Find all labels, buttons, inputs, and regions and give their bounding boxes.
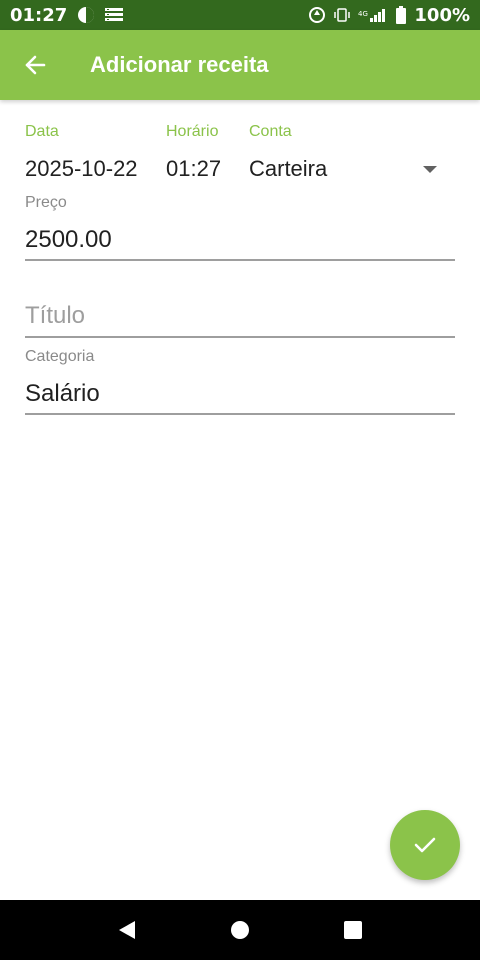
title-input[interactable]: Título <box>25 302 85 330</box>
data-saver-icon <box>77 6 95 24</box>
title-underline <box>25 336 455 338</box>
system-nav-bar <box>0 900 480 960</box>
vibrate-icon <box>334 7 351 23</box>
price-label: Preço <box>25 194 67 211</box>
battery-icon <box>396 6 407 24</box>
app-bar: Adicionar receita <box>0 30 480 100</box>
nav-recents-button[interactable] <box>333 910 373 950</box>
notification-list-icon <box>105 8 124 22</box>
date-value[interactable]: 2025-10-22 <box>25 156 138 182</box>
category-label: Categoria <box>25 348 95 365</box>
confirm-button[interactable] <box>390 810 460 880</box>
battery-percentage: 100% <box>414 4 470 26</box>
triangle-down-icon[interactable] <box>423 166 437 173</box>
time-value[interactable]: 01:27 <box>166 156 221 182</box>
circle-home-icon <box>230 920 250 940</box>
account-label: Conta <box>249 123 292 140</box>
time-label: Horário <box>166 123 219 140</box>
nav-home-button[interactable] <box>220 910 260 950</box>
network-type-label: 4G <box>358 10 368 18</box>
price-input[interactable]: 2500.00 <box>25 226 112 254</box>
price-underline <box>25 259 455 261</box>
account-value[interactable]: Carteira <box>249 156 327 182</box>
check-icon <box>412 832 438 858</box>
category-underline <box>25 413 455 415</box>
page-title: Adicionar receita <box>90 52 269 77</box>
arrow-left-icon <box>24 54 46 76</box>
back-button[interactable] <box>0 30 70 100</box>
status-time: 01:27 <box>10 4 68 26</box>
category-input[interactable]: Salário <box>25 380 100 408</box>
sync-circle-icon <box>308 6 326 24</box>
signal-4g-icon: 4G <box>358 7 388 23</box>
status-bar: 01:27 4G 100% <box>0 0 480 30</box>
date-label: Data <box>25 123 59 140</box>
square-recents-icon <box>343 920 363 940</box>
triangle-back-icon <box>117 919 137 941</box>
nav-back-button[interactable] <box>107 910 147 950</box>
